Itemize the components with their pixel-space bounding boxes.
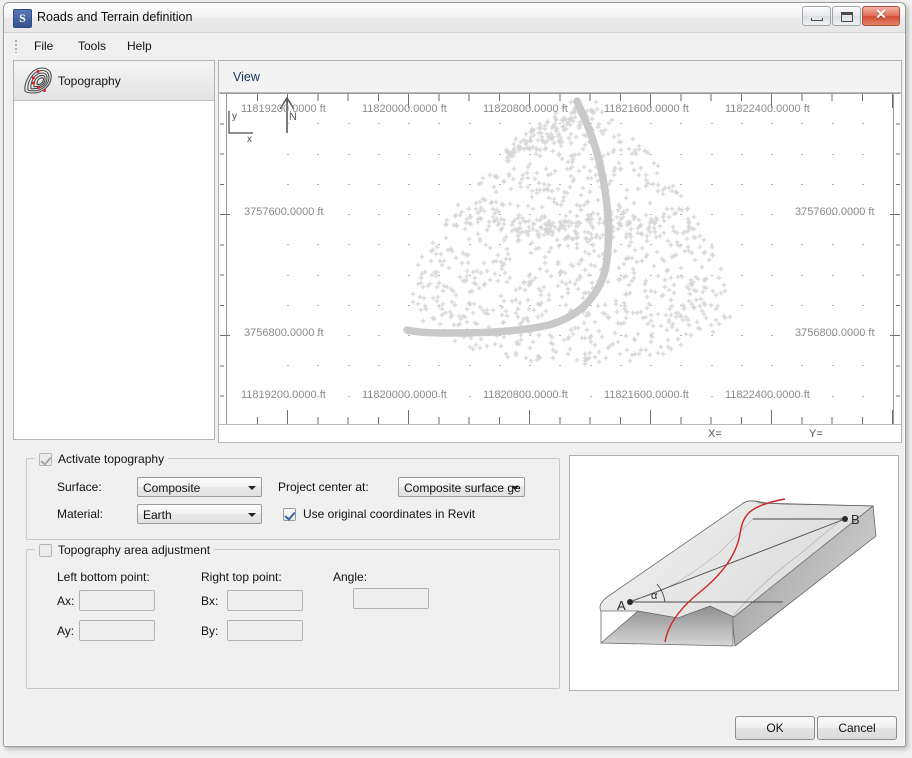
- point-b-marker: [842, 516, 848, 522]
- project-center-dropdown[interactable]: Composite surface ge: [398, 477, 525, 497]
- menu-grip-icon: [14, 39, 18, 53]
- view-panel-header: View: [219, 61, 901, 93]
- point-b-label: B: [851, 512, 860, 527]
- menu-item-file[interactable]: File: [26, 36, 61, 56]
- x-tick-label-top-4: 11822400.0000 ft: [725, 103, 810, 115]
- bx-label: Bx:: [201, 594, 219, 608]
- topography-area-adjustment-group: Topography area adjustment Left bottom p…: [26, 541, 560, 689]
- chevron-down-icon[interactable]: [244, 505, 261, 523]
- topography-plot-svg: y x N: [219, 93, 901, 425]
- x-tick-label-bottom-0: 11819200.0000 ft: [241, 389, 326, 401]
- cancel-button[interactable]: Cancel: [817, 716, 897, 740]
- contour-lines-icon: [24, 67, 52, 94]
- angle-input[interactable]: [353, 588, 429, 609]
- app-icon: S: [13, 9, 32, 28]
- terrain-preview-svg: α A B: [599, 498, 877, 647]
- x-tick-label-top-0: 11819200.0000 ft: [241, 103, 326, 115]
- activate-topography-label: Activate topography: [58, 452, 165, 466]
- project-center-label: Project center at:: [278, 480, 369, 494]
- y-tick-label-right-1: 3756800.0000 ft: [795, 327, 875, 339]
- menu-bar: File Tools Help: [12, 35, 898, 57]
- surface-value: Composite: [143, 481, 201, 495]
- dialog-window: S Roads and Terrain definition ✕ File To…: [3, 2, 906, 747]
- point-a-label: A: [617, 598, 626, 613]
- sidebar-item-topography[interactable]: Topography: [14, 61, 214, 101]
- y-tick-label-right-0: 3757600.0000 ft: [795, 206, 875, 218]
- y-tick-label-left-1: 3756800.0000 ft: [244, 327, 324, 339]
- angle-label: Angle:: [333, 570, 368, 584]
- x-tick-label-bottom-2: 11820800.0000 ft: [483, 389, 568, 401]
- activate-topography-checkbox[interactable]: [39, 452, 52, 466]
- svg-text:x: x: [247, 134, 252, 145]
- topography-area-adjustment-checkbox[interactable]: [39, 543, 52, 557]
- menu-item-help[interactable]: Help: [119, 36, 160, 56]
- angle-symbol-label: α: [651, 590, 658, 602]
- close-button[interactable]: ✕: [862, 6, 900, 26]
- topography-area-adjustment-label: Topography area adjustment: [58, 543, 211, 557]
- activate-topography-group: Activate topography Surface: Composite M…: [26, 450, 560, 540]
- maximize-icon: [841, 12, 853, 22]
- ok-button[interactable]: OK: [735, 716, 815, 740]
- by-input[interactable]: [227, 620, 303, 641]
- axis-orientation-indicator: y x: [228, 111, 253, 145]
- topography-area-adjustment-header[interactable]: Topography area adjustment: [35, 541, 215, 559]
- material-label: Material:: [57, 507, 104, 521]
- navigation-tree-panel: Topography: [13, 60, 215, 440]
- minimize-button[interactable]: [802, 6, 831, 26]
- ax-input[interactable]: [79, 590, 155, 611]
- menu-item-tools[interactable]: Tools: [70, 36, 114, 56]
- window-title: Roads and Terrain definition: [37, 10, 193, 24]
- close-icon: ✕: [875, 8, 887, 23]
- use-original-coordinates-row[interactable]: Use original coordinates in Revit: [283, 507, 475, 521]
- x-tick-label-bottom-3: 11821600.0000 ft: [604, 389, 689, 401]
- x-tick-label-bottom-1: 11820000.0000 ft: [362, 389, 447, 401]
- right-top-point-label: Right top point:: [201, 570, 282, 584]
- terrain-preview-image: α A B: [569, 455, 899, 691]
- ax-label: Ax:: [57, 594, 75, 608]
- view-panel-title: View: [233, 70, 260, 84]
- activate-topography-header[interactable]: Activate topography: [35, 450, 169, 468]
- status-y-label: Y=: [809, 428, 823, 440]
- use-original-coordinates-label: Use original coordinates in Revit: [303, 507, 476, 521]
- title-bar: S Roads and Terrain definition ✕: [4, 3, 905, 33]
- material-value: Earth: [143, 508, 172, 522]
- point-a-marker: [627, 599, 633, 605]
- ay-input[interactable]: [79, 620, 155, 641]
- status-x-label: X=: [708, 428, 722, 440]
- plot-status-bar: X= Y=: [219, 424, 901, 442]
- minimize-icon: [811, 18, 823, 21]
- material-dropdown[interactable]: Earth: [137, 504, 262, 524]
- project-center-value: Composite surface ge: [404, 481, 521, 495]
- chevron-down-icon[interactable]: [507, 478, 524, 496]
- x-tick-label-bottom-4: 11822400.0000 ft: [725, 389, 810, 401]
- chevron-down-icon[interactable]: [244, 478, 261, 496]
- left-bottom-point-label: Left bottom point:: [57, 570, 150, 584]
- maximize-button[interactable]: [832, 6, 861, 26]
- x-tick-label-top-2: 11820800.0000 ft: [483, 103, 568, 115]
- by-label: By:: [201, 624, 219, 638]
- y-tick-label-left-0: 3757600.0000 ft: [244, 206, 324, 218]
- svg-text:y: y: [232, 111, 237, 122]
- sidebar-item-label: Topography: [58, 74, 121, 88]
- road-alignment-path: [403, 97, 613, 337]
- x-tick-label-top-3: 11821600.0000 ft: [604, 103, 689, 115]
- x-tick-label-top-1: 11820000.0000 ft: [362, 103, 447, 115]
- view-panel: View y x N 11819200.0000 ft 11820000.000…: [218, 60, 902, 443]
- bx-input[interactable]: [227, 590, 303, 611]
- topography-plot-canvas[interactable]: y x N 11819200.0000 ft 11820000.0000 ft …: [219, 93, 901, 425]
- ay-label: Ay:: [57, 624, 75, 638]
- use-original-coordinates-checkbox[interactable]: [283, 507, 296, 521]
- surface-dropdown[interactable]: Composite: [137, 477, 262, 497]
- surface-label: Surface:: [57, 480, 102, 494]
